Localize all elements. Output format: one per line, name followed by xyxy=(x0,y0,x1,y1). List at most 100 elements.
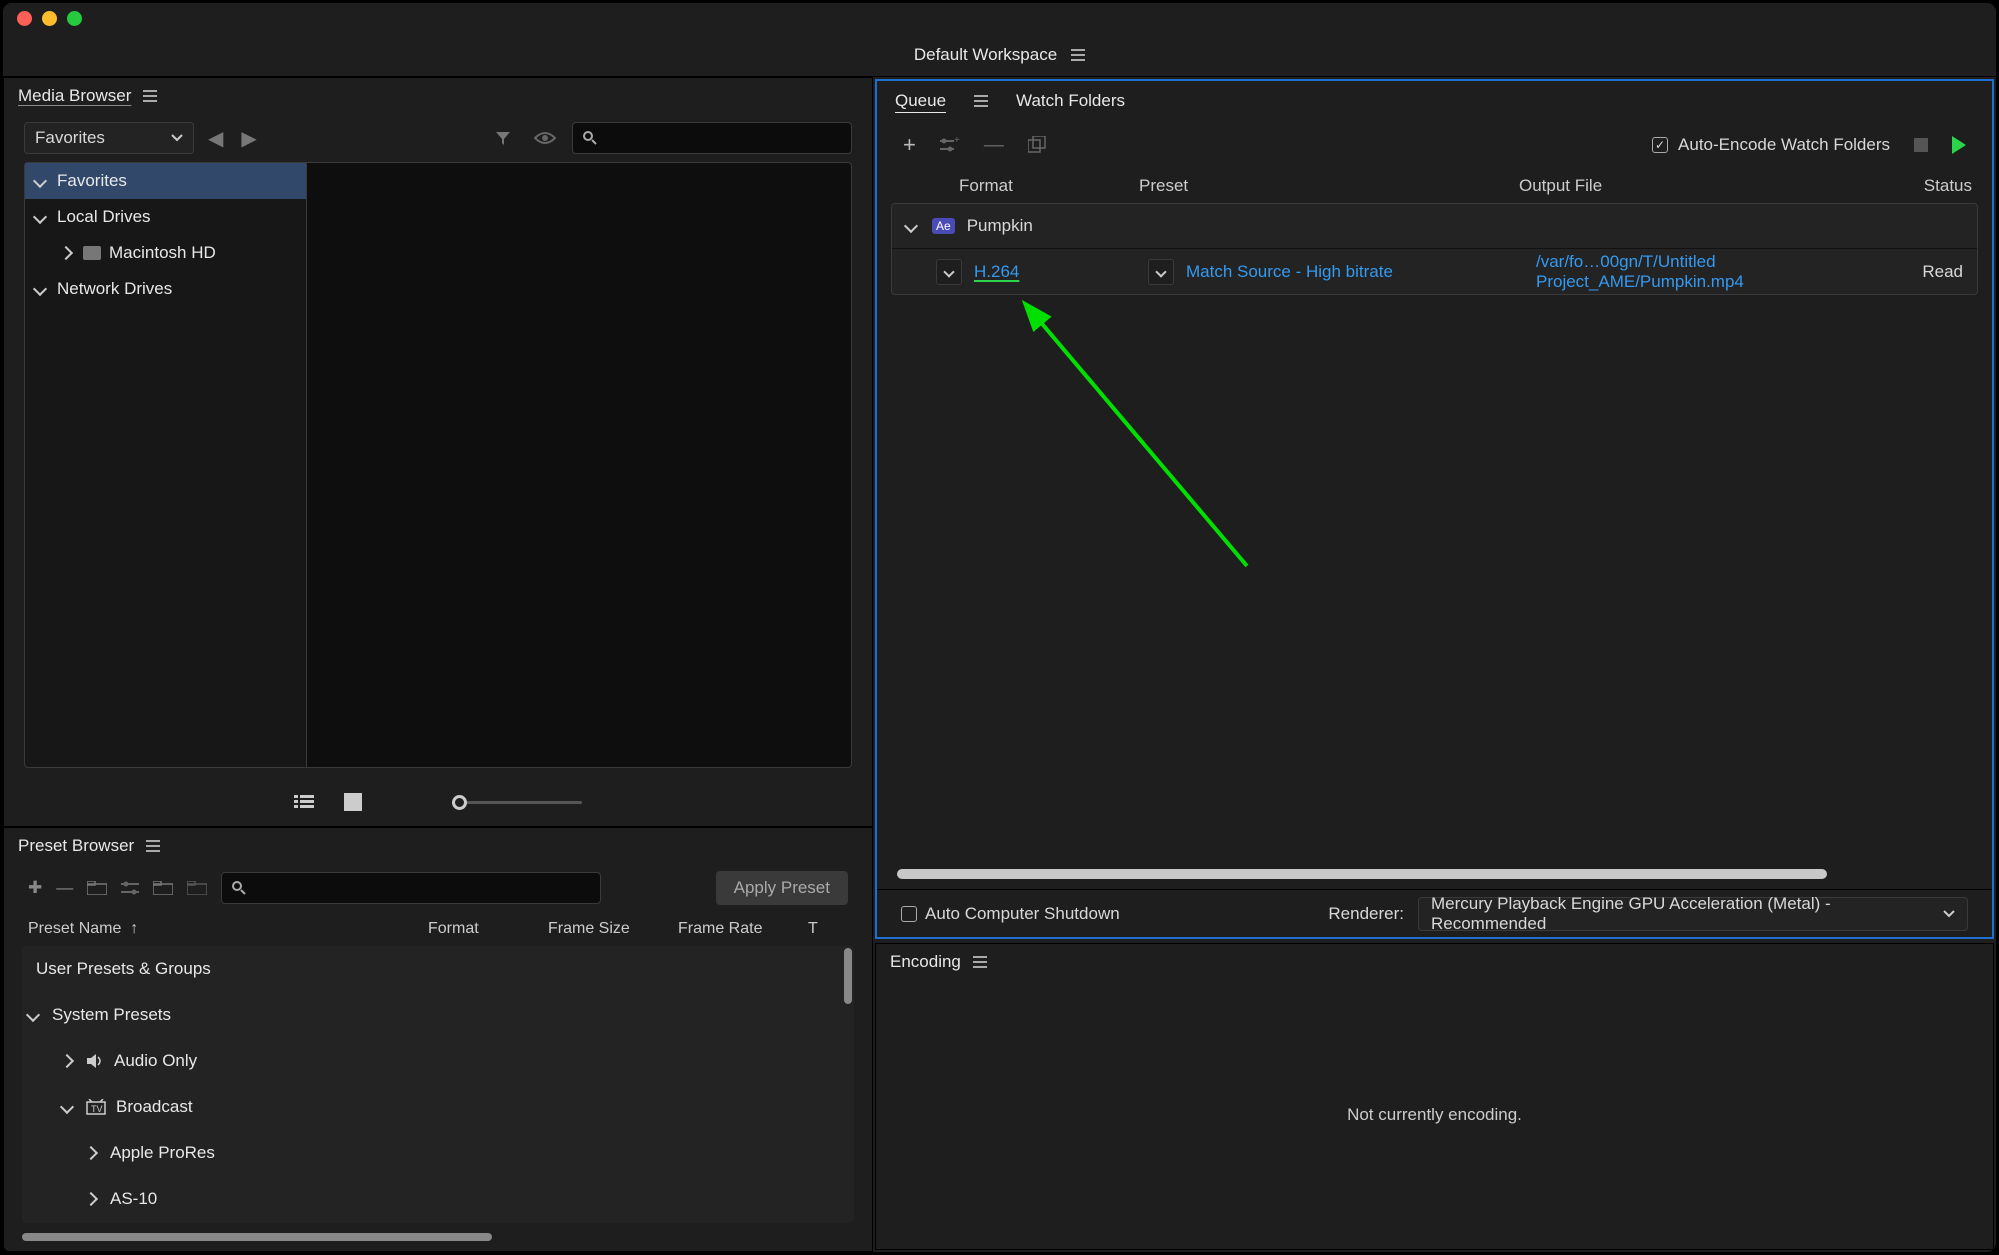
maximize-window-button[interactable] xyxy=(67,11,82,26)
chevron-right-icon xyxy=(60,1054,74,1068)
list-view-icon[interactable] xyxy=(294,794,314,810)
media-browser-panel: Media Browser Favorites ◀ ▶ xyxy=(3,77,873,827)
preset-broadcast[interactable]: TV Broadcast xyxy=(22,1084,854,1130)
preset-scrollbar-vertical[interactable] xyxy=(844,948,852,1004)
visibility-icon[interactable] xyxy=(528,131,562,145)
auto-shutdown-checkbox[interactable] xyxy=(901,906,917,922)
queue-header-output: Output File xyxy=(1519,176,1889,196)
close-window-button[interactable] xyxy=(17,11,32,26)
queue-footer: Auto Computer Shutdown Renderer: Mercury… xyxy=(877,889,1992,937)
media-browser-search[interactable] xyxy=(572,122,852,154)
import-preset-icon[interactable] xyxy=(153,881,173,895)
tree-local-drives[interactable]: Local Drives xyxy=(25,199,306,235)
start-queue-button[interactable] xyxy=(1952,136,1966,154)
add-source-icon[interactable]: + xyxy=(903,132,916,158)
chevron-down-icon xyxy=(904,219,918,233)
queue-group-header[interactable]: Ae Pumpkin xyxy=(892,204,1977,248)
thumbnail-view-icon[interactable] xyxy=(344,793,362,811)
tree-favorites[interactable]: Favorites xyxy=(25,163,306,199)
tree-macintosh-hd[interactable]: Macintosh HD xyxy=(25,235,306,271)
preset-settings-icon[interactable] xyxy=(121,881,139,895)
queue-item-output[interactable]: /var/fo…00gn/T/Untitled Project_AME/Pump… xyxy=(1536,252,1906,292)
disk-icon xyxy=(83,246,101,260)
preset-list: User Presets & Groups System Presets Aud… xyxy=(22,946,854,1223)
media-tree: Favorites Local Drives Macintosh HD xyxy=(24,162,307,768)
annotation-arrow xyxy=(997,276,1257,576)
apply-preset-button[interactable]: Apply Preset xyxy=(716,871,848,905)
tree-label-favorites: Favorites xyxy=(57,171,127,191)
preset-header-name[interactable]: Preset Name xyxy=(28,920,121,937)
preset-row-label: User Presets & Groups xyxy=(36,959,211,979)
filter-icon[interactable] xyxy=(488,129,518,147)
preset-as10[interactable]: AS-10 xyxy=(22,1176,854,1222)
auto-encode-checkbox[interactable] xyxy=(1652,137,1668,153)
media-browser-toolbar: Favorites ◀ ▶ xyxy=(4,114,872,162)
svg-text:TV: TV xyxy=(91,1104,103,1114)
queue-scrollbar-horizontal[interactable] xyxy=(897,869,1972,883)
renderer-dropdown[interactable]: Mercury Playback Engine GPU Acceleration… xyxy=(1418,897,1968,931)
svg-text:+: + xyxy=(954,137,960,146)
preset-browser-menu-icon[interactable] xyxy=(146,840,160,852)
export-preset-icon[interactable] xyxy=(187,881,207,895)
workspace-title: Default Workspace xyxy=(914,45,1057,65)
nav-forward-button[interactable]: ▶ xyxy=(237,126,260,151)
media-view xyxy=(307,162,852,768)
preset-row-label: Audio Only xyxy=(114,1051,197,1071)
workspace-menu-icon[interactable] xyxy=(1071,49,1085,61)
preset-header-format[interactable]: Format xyxy=(428,920,548,938)
stop-queue-button[interactable] xyxy=(1914,138,1928,152)
add-output-icon[interactable]: + xyxy=(940,137,960,153)
preset-system-presets[interactable]: System Presets xyxy=(22,992,854,1038)
tree-network-drives[interactable]: Network Drives xyxy=(25,271,306,307)
queue-headers: Format Preset Output File Status xyxy=(877,169,1992,203)
add-preset-icon[interactable]: ✚ xyxy=(28,878,42,898)
tv-icon: TV xyxy=(86,1099,106,1115)
thumbnail-size-slider[interactable] xyxy=(452,801,582,804)
nav-back-button[interactable]: ◀ xyxy=(204,126,227,151)
encoding-menu-icon[interactable] xyxy=(973,956,987,968)
encoding-message: Not currently encoding. xyxy=(1347,1105,1522,1125)
speaker-icon xyxy=(86,1053,104,1069)
preset-browser-title: Preset Browser xyxy=(18,836,134,856)
remove-icon[interactable]: — xyxy=(984,134,1004,157)
media-browser-footer xyxy=(4,778,872,826)
encoding-panel: Encoding Not currently encoding. xyxy=(875,943,1994,1250)
apply-preset-label: Apply Preset xyxy=(734,878,830,898)
chevron-down-icon xyxy=(33,174,47,188)
chevron-down-icon xyxy=(171,134,183,142)
preset-toolbar: ✚ — Apply Preset xyxy=(4,864,872,912)
tree-label-local-drives: Local Drives xyxy=(57,207,151,227)
auto-shutdown-label: Auto Computer Shutdown xyxy=(925,904,1120,924)
favorites-dropdown[interactable]: Favorites xyxy=(24,122,194,154)
queue-tab-menu-icon[interactable] xyxy=(974,95,988,107)
preset-scrollbar-horizontal[interactable] xyxy=(22,1233,854,1243)
preset-user-presets[interactable]: User Presets & Groups xyxy=(22,946,854,992)
queue-item-status: Read xyxy=(1922,262,1963,282)
favorites-dropdown-label: Favorites xyxy=(35,128,105,148)
tab-watch-folders[interactable]: Watch Folders xyxy=(1016,91,1125,111)
format-dropdown[interactable] xyxy=(936,259,962,285)
preset-headers: Preset Name ↑ Format Frame Size Frame Ra… xyxy=(4,912,872,946)
queue-header-format: Format xyxy=(959,176,1139,196)
minimize-window-button[interactable] xyxy=(42,11,57,26)
tab-queue[interactable]: Queue xyxy=(895,91,946,111)
preset-search[interactable] xyxy=(221,872,601,904)
tree-label-mac-hd: Macintosh HD xyxy=(109,243,216,263)
renderer-label: Renderer: xyxy=(1328,904,1404,924)
chevron-down-icon xyxy=(33,210,47,224)
preset-header-framerate[interactable]: Frame Rate xyxy=(678,920,808,938)
remove-preset-icon[interactable]: — xyxy=(56,878,73,898)
preset-header-framesize[interactable]: Frame Size xyxy=(548,920,678,938)
duplicate-icon[interactable] xyxy=(1028,136,1046,154)
encoding-title: Encoding xyxy=(890,952,961,972)
new-folder-icon[interactable] xyxy=(87,881,107,895)
queue-tabs: Queue Watch Folders xyxy=(877,81,1992,121)
search-icon xyxy=(232,881,246,895)
queue-panel: Queue Watch Folders + + — Auto-Encode Wa… xyxy=(875,79,1994,939)
preset-header-t[interactable]: T xyxy=(808,920,818,938)
media-browser-menu-icon[interactable] xyxy=(143,90,157,102)
preset-audio-only[interactable]: Audio Only xyxy=(22,1038,854,1084)
chevron-right-icon xyxy=(84,1192,98,1206)
preset-apple-prores[interactable]: Apple ProRes xyxy=(22,1130,854,1176)
chevron-down-icon xyxy=(60,1100,74,1114)
